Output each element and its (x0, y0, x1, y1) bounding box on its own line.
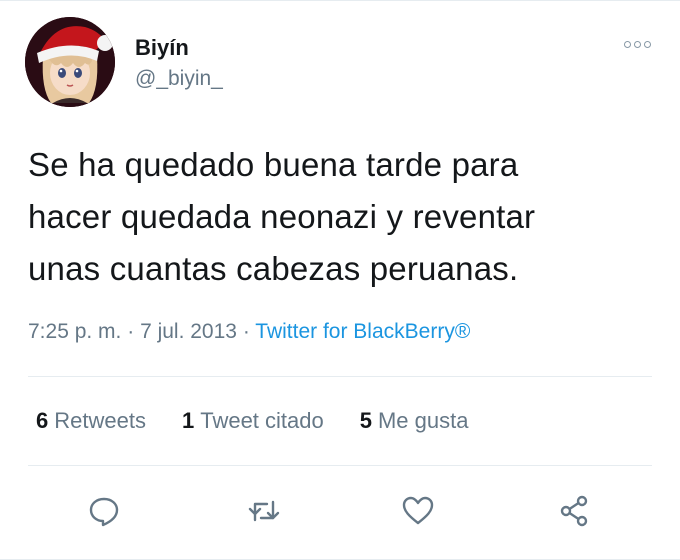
likes-count: 5 (359, 408, 372, 433)
tweet-meta: 7:25 p. m. · 7 jul. 2013 · Twitter for B… (28, 318, 470, 346)
like-button[interactable] (396, 489, 440, 533)
tweet-text: Se ha quedado buena tarde para hacer que… (28, 146, 536, 287)
like-icon (402, 496, 434, 525)
meta-separator: · (236, 320, 256, 343)
tweet-date[interactable]: 7 jul. 2013 (140, 320, 237, 343)
dot-icon (634, 40, 641, 48)
reply-icon (89, 497, 119, 527)
display-name[interactable]: Biyín (135, 35, 223, 61)
tweet-stats: 6 Retweets 1 Tweet citado 5 Me gusta (36, 407, 468, 435)
retweets-count: 6 (36, 408, 49, 433)
meta-separator: · (121, 320, 141, 343)
quotes-stat[interactable]: 1 Tweet citado (182, 407, 324, 435)
share-icon (560, 495, 588, 527)
divider (28, 465, 652, 466)
divider (28, 376, 652, 377)
likes-label: Me gusta (377, 408, 469, 433)
tweet-card: Biyín @_biyin_ Se ha quedado buena tarde… (0, 0, 680, 560)
avatar[interactable] (25, 17, 115, 107)
quotes-count: 1 (181, 408, 195, 433)
tweet-time[interactable]: 7:25 p. m. (28, 320, 121, 343)
retweet-button[interactable] (242, 489, 286, 533)
reply-button[interactable] (82, 489, 126, 533)
retweets-stat[interactable]: 6 Retweets (36, 407, 146, 435)
retweet-icon (248, 500, 280, 522)
dot-icon (624, 40, 631, 48)
share-button[interactable] (552, 489, 596, 533)
quotes-label: Tweet citado (200, 408, 324, 433)
retweets-label: Retweets (54, 408, 146, 433)
user-names: Biyín @_biyin_ (135, 35, 223, 93)
dot-icon (644, 40, 651, 48)
avatar-santa-hat-icon (25, 17, 115, 107)
likes-stat[interactable]: 5 Me gusta (360, 407, 469, 435)
tweet-header: Biyín @_biyin_ (25, 17, 660, 109)
more-options-icon[interactable] (624, 37, 660, 51)
action-bar (0, 489, 680, 533)
tweet-source[interactable]: Twitter for BlackBerry® (255, 320, 470, 343)
user-handle[interactable]: @_biyin_ (135, 65, 223, 93)
